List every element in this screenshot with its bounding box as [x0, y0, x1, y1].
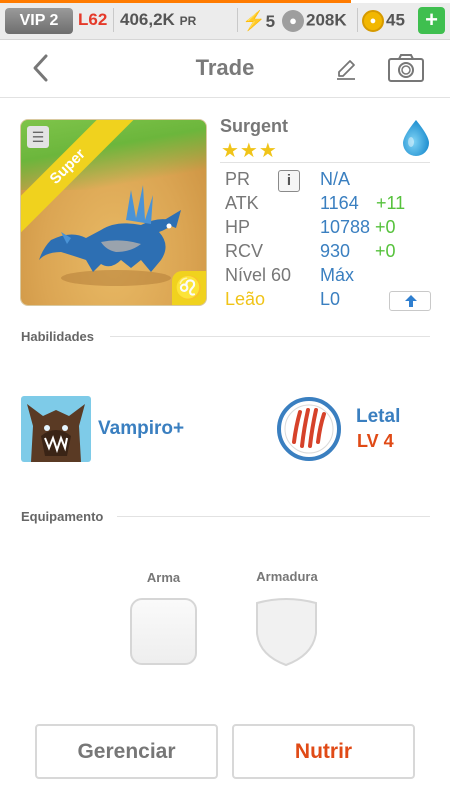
stat-label: HP [225, 217, 251, 237]
werewolf-icon[interactable] [21, 396, 91, 462]
vip-badge[interactable]: VIP 2 [5, 8, 73, 34]
stat-row-hp: HP 10788 +0 [225, 217, 435, 241]
power-rating: 406,2K PR [120, 10, 196, 30]
info-icon[interactable]: i [278, 170, 300, 192]
leo-icon: ♌ [172, 271, 206, 305]
power-rating-value: 406,2K [120, 10, 175, 29]
weapon-slot[interactable] [130, 598, 197, 665]
stat-bonus: +11 [376, 193, 406, 213]
skill-name: Vampiro+ [98, 418, 185, 439]
experience-progress-line [0, 0, 450, 3]
zodiac-label: Leão [225, 289, 266, 309]
stat-value: N/A [320, 169, 351, 189]
power-rating-unit: PR [179, 14, 197, 28]
pencil-icon[interactable] [335, 58, 357, 80]
section-divider [110, 336, 430, 337]
stat-row-rcv: RCV 930 +0 [225, 241, 435, 265]
stat-label: ATK [225, 193, 259, 213]
armor-slot[interactable] [253, 597, 320, 667]
food-value: 208K [306, 10, 347, 30]
star-rating: ★★★ [221, 140, 278, 162]
divider [113, 8, 114, 32]
energy-bolt-icon: ⚡ [242, 11, 266, 32]
stat-bonus: +0 [375, 241, 396, 261]
stat-value: Máx [320, 265, 355, 285]
page-title: Trade [195, 55, 255, 80]
equipment-section-title: Equipamento [21, 509, 104, 524]
stat-value: 10788 [320, 217, 371, 237]
stat-bonus: +0 [375, 217, 396, 237]
name-divider [220, 162, 430, 163]
gold-counter[interactable]: ● 45 [362, 10, 405, 32]
skill-level: LV 4 [357, 431, 394, 451]
stat-row-pr: PR i N/A [225, 169, 435, 193]
gold-value: 45 [386, 10, 405, 30]
stats-panel: PR i N/A ATK 1164 +11 HP 10788 +0 RCV 93… [225, 169, 435, 313]
stat-row-level: Nível 60 Máx [225, 265, 435, 289]
feed-button[interactable]: Nutrir [232, 724, 415, 779]
stat-label: PR [225, 169, 251, 189]
stat-label: RCV [225, 241, 264, 261]
claw-marks-icon[interactable] [276, 396, 342, 462]
water-drop-icon [403, 120, 429, 156]
energy-value: 5 [265, 12, 276, 31]
status-bar: VIP 2 L62 406,2K PR ⚡5 ● 208K ● 45 + [0, 0, 450, 40]
section-divider [117, 516, 430, 517]
skills-section-title: Habilidades [21, 329, 94, 344]
coin-icon: ● [362, 10, 384, 32]
upgrade-zodiac-button[interactable] [389, 291, 431, 311]
divider [357, 8, 358, 32]
header-divider [0, 97, 450, 98]
monster-name: Surgent [220, 116, 289, 136]
camera-icon[interactable] [387, 53, 425, 83]
card-tag-icon[interactable]: ☰ [27, 126, 49, 148]
player-level: L62 [78, 10, 108, 29]
stat-value: 930 [320, 241, 351, 261]
energy-counter[interactable]: ⚡5 [242, 9, 275, 33]
armor-label: Armadura [256, 569, 318, 584]
stat-row-zodiac: Leão L0 [225, 289, 435, 313]
weapon-label: Arma [146, 570, 181, 585]
monster-card[interactable]: Super ☰ ♌ [20, 119, 207, 306]
stat-value: L0 [320, 289, 341, 309]
stat-row-atk: ATK 1164 +11 [225, 193, 435, 217]
food-counter[interactable]: ● 208K [282, 10, 347, 32]
skill-name: Letal [356, 406, 401, 427]
stat-label: Nível 60 [225, 265, 292, 285]
add-gold-button[interactable]: + [418, 7, 445, 34]
stat-value: 1164 [320, 193, 359, 213]
paw-icon: ● [282, 10, 304, 32]
arrow-up-icon [405, 295, 417, 307]
manage-button[interactable]: Gerenciar [35, 724, 218, 779]
divider [237, 8, 238, 32]
